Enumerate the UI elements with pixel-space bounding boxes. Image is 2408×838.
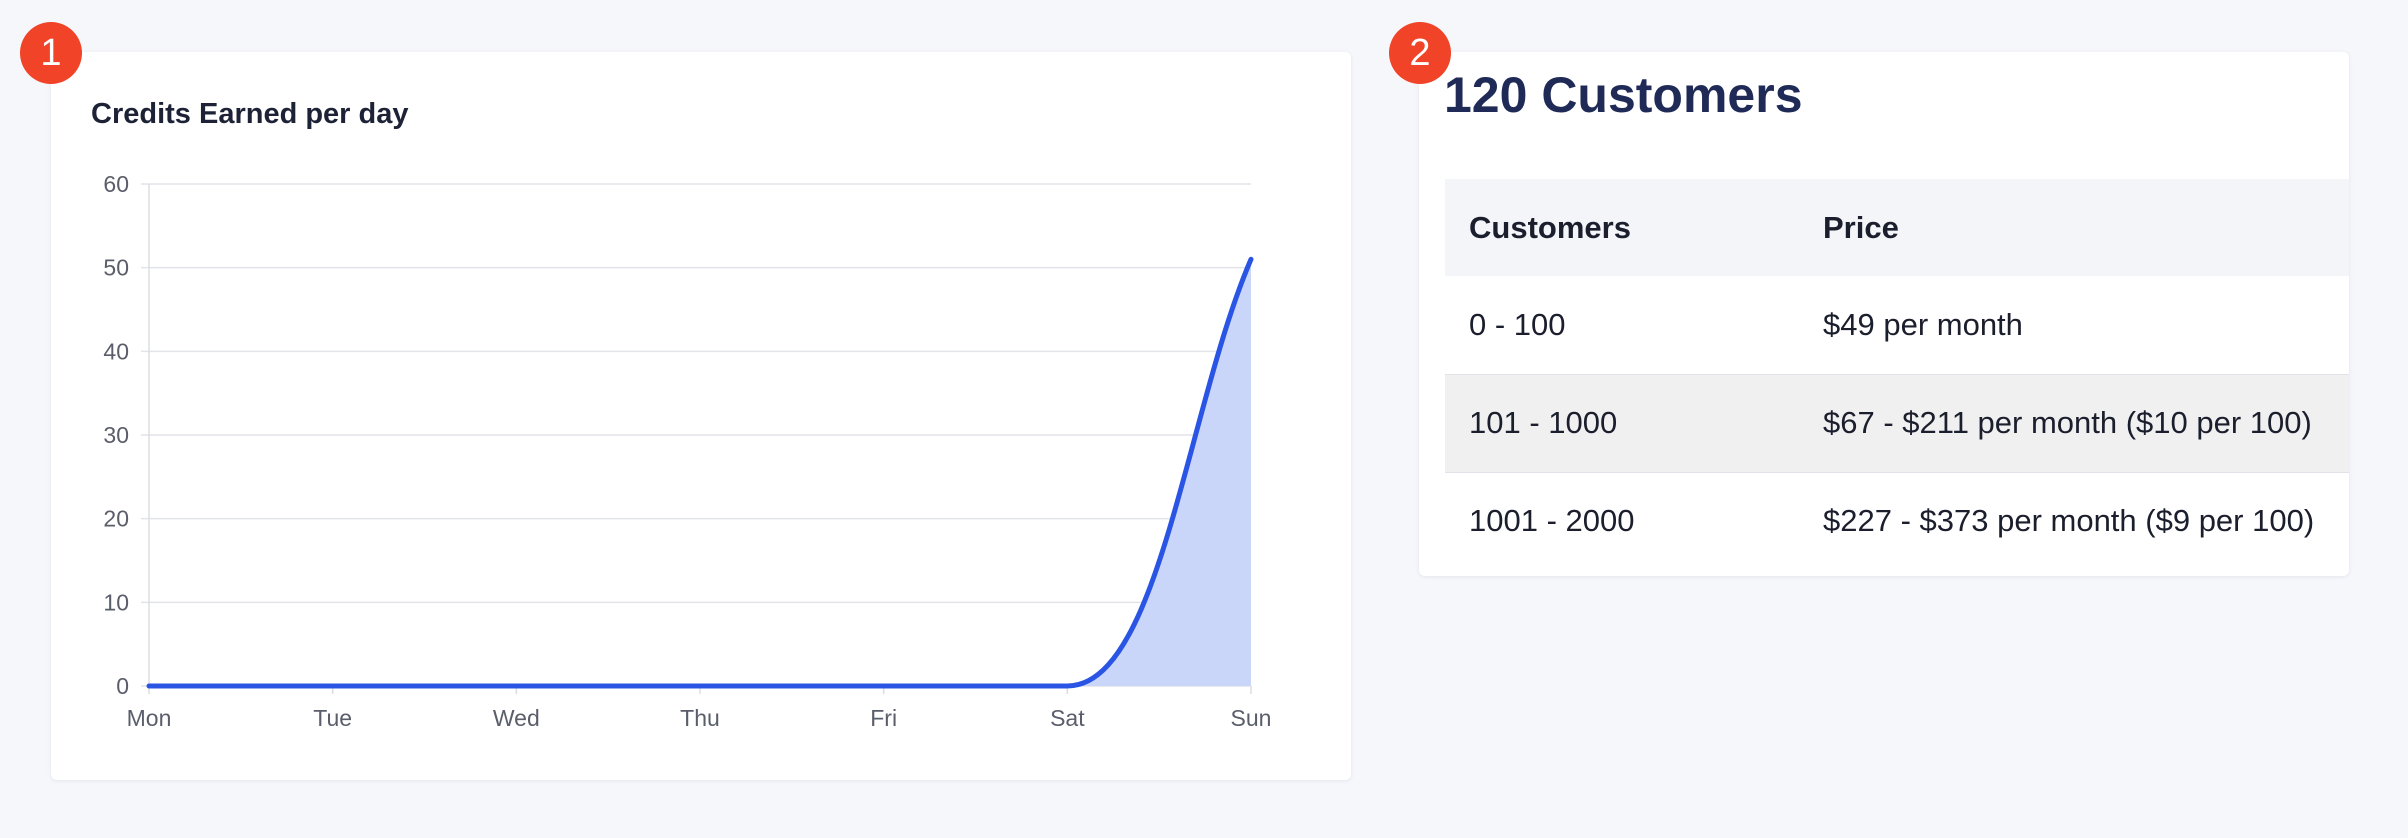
y-tick-label: 20 — [103, 506, 129, 532]
customers-range-cell: 1001 - 2000 — [1469, 503, 1635, 539]
step-badge-1: 1 — [20, 22, 82, 84]
credits-chart: 0 10 20 30 40 50 60 Mon Tue Wed Thu Fri Sat Sun — [103, 171, 1272, 731]
y-tick-label: 30 — [103, 422, 129, 448]
customers-count-title: 120 Customers — [1444, 67, 1803, 123]
x-tick-label: Sun — [1231, 705, 1272, 731]
customers-range-cell: 101 - 1000 — [1469, 405, 1618, 440]
y-tick-label: 40 — [103, 338, 129, 364]
y-tick-label: 10 — [103, 589, 129, 615]
price-cell: $67 - $211 per month ($10 per 100) — [1823, 405, 2312, 440]
customers-range-cell: 0 - 100 — [1469, 306, 1566, 342]
step-badge-2: 2 — [1389, 22, 1451, 84]
customers-pricing-card: 120 Customers Customers Price 0 - 100 $4… — [1419, 52, 2349, 576]
chart-title: Credits Earned per day — [91, 98, 409, 130]
column-header-price: Price — [1823, 209, 1899, 245]
series-line — [146, 256, 1254, 689]
table-row: 1001 - 2000 $227 - $373 per month ($9 pe… — [1445, 472, 2349, 570]
x-tick-label: Mon — [127, 705, 172, 731]
x-tick-label: Sat — [1050, 705, 1085, 731]
price-cell: $49 per month — [1823, 306, 2023, 342]
x-tick-label: Fri — [870, 705, 897, 731]
x-tick-label: Wed — [493, 705, 540, 731]
price-cell: $227 - $373 per month ($9 per 100) — [1823, 503, 2315, 539]
y-tick-label: 0 — [116, 673, 129, 699]
column-header-customers: Customers — [1469, 209, 1631, 245]
table-header-row: Customers Price — [1445, 179, 2349, 276]
series-area-fill — [149, 259, 1251, 686]
table-row: 101 - 1000 $67 - $211 per month ($10 per… — [1445, 374, 2349, 472]
x-tick-label: Thu — [680, 705, 720, 731]
pricing-table: Customers Price 0 - 100 $49 per month 10… — [1445, 179, 2349, 570]
y-tick-label: 60 — [103, 171, 129, 197]
credits-chart-card: 0 10 20 30 40 50 60 Mon Tue Wed Thu Fri Sat Sun Credi… — [51, 52, 1351, 780]
y-tick-label: 50 — [103, 255, 129, 281]
x-tick-label: Tue — [313, 705, 352, 731]
table-row: 0 - 100 $49 per month — [1445, 276, 2349, 374]
